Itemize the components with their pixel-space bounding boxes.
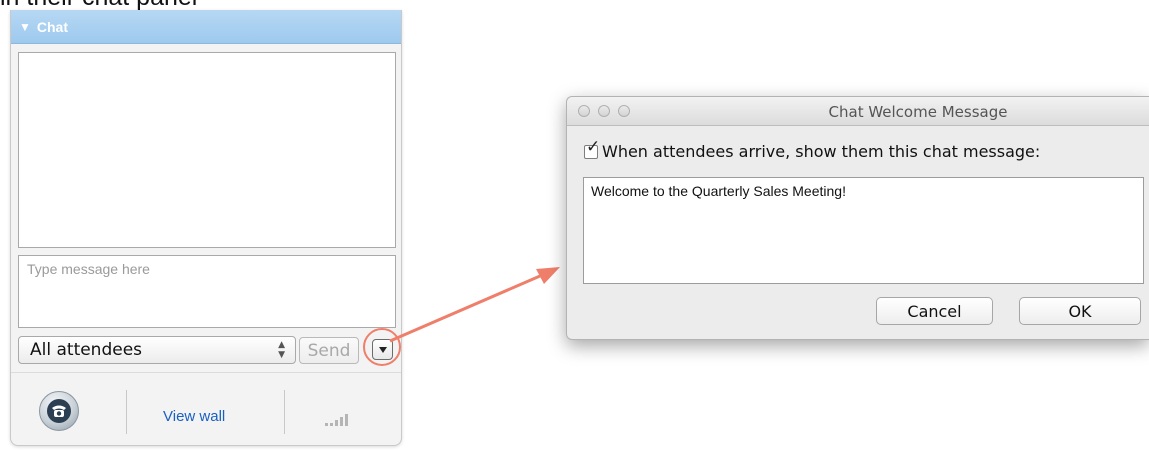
cancel-button[interactable]: Cancel (876, 297, 993, 325)
show-message-option[interactable]: ✓ When attendees arrive, show them this … (584, 138, 1041, 161)
show-message-label: When attendees arrive, show them this ch… (602, 142, 1041, 161)
checkmark-icon: ✓ (586, 136, 601, 157)
welcome-message-dialog: Chat Welcome Message ✓ When attendees ar… (566, 96, 1149, 340)
dialog-titlebar[interactable]: Chat Welcome Message (567, 97, 1149, 126)
show-message-checkbox[interactable]: ✓ (584, 138, 600, 159)
welcome-message-textarea[interactable]: Welcome to the Quarterly Sales Meeting! (583, 177, 1144, 284)
ok-button[interactable]: OK (1019, 297, 1141, 325)
dialog-title: Chat Welcome Message (828, 103, 1008, 121)
